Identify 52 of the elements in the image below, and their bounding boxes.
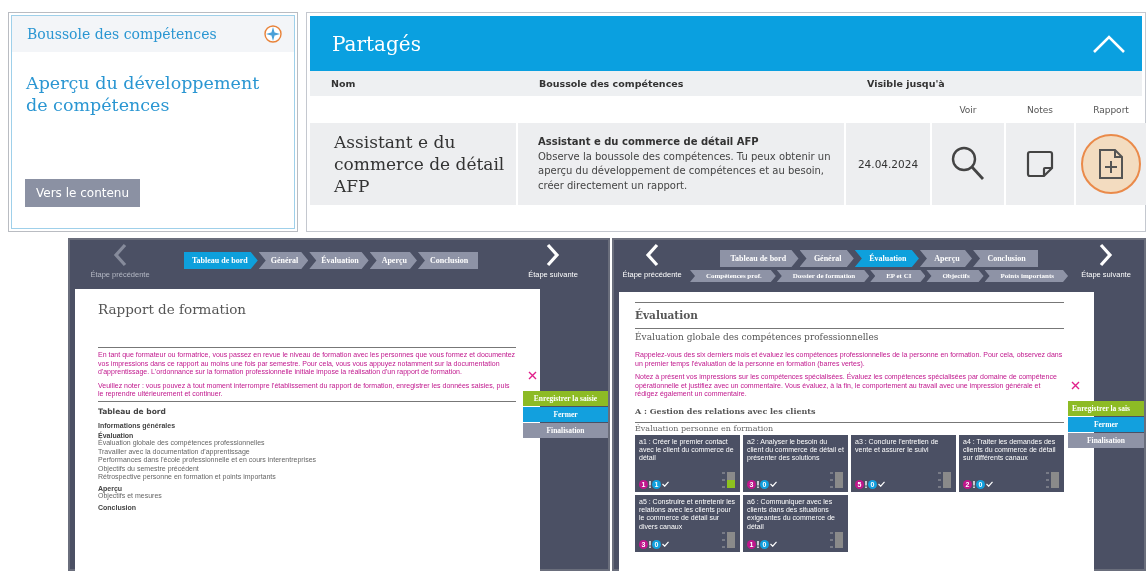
- page-subtitle: Évaluation globale des compétences professionnelles: [635, 330, 880, 344]
- visible-date: 24.04.2024: [846, 123, 930, 205]
- step-tab[interactable]: Tableau de bord: [720, 250, 799, 267]
- scale-ticks-icon: [722, 531, 725, 548]
- compass-description: Assistant e du commerce de détail AFP Observe la boussole des compétences. Tu peux obtenir un aperçu du développement de compétences et au besoin, créer directement un rapport.: [538, 135, 832, 193]
- step-tab[interactable]: Évaluation: [309, 252, 369, 269]
- search-icon[interactable]: [951, 146, 985, 182]
- row-name: Assistant e du commerce de détail AFP: [310, 123, 516, 205]
- column-header: Nom: [330, 78, 357, 89]
- check-icon: [662, 481, 669, 488]
- column-header: Voir: [958, 104, 978, 115]
- scale-ticks-icon: [722, 471, 725, 488]
- step-tab[interactable]: Aperçu: [369, 252, 417, 269]
- chevron-up-icon[interactable]: [1092, 33, 1126, 54]
- card-header: Boussole des compétences: [27, 26, 217, 42]
- content-button[interactable]: Vers le contenu: [25, 179, 141, 207]
- compass-icon: [264, 25, 282, 43]
- chevron-left-icon[interactable]: [645, 243, 659, 267]
- page-title: Rapport de formation: [98, 301, 248, 319]
- report-button[interactable]: [1081, 134, 1141, 194]
- note-icon[interactable]: [1026, 150, 1054, 178]
- check-icon: [878, 481, 885, 488]
- close-icon[interactable]: [1071, 381, 1080, 390]
- card-title: Aperçu du développement de compétences: [25, 72, 261, 117]
- chevron-right-icon[interactable]: [546, 243, 560, 267]
- column-header: Rapport: [1092, 104, 1130, 115]
- chevron-left-icon: [113, 243, 127, 267]
- scale-ticks-icon: [1046, 471, 1049, 488]
- scale-ticks-icon: [830, 471, 833, 488]
- column-header: Notes: [1026, 104, 1054, 115]
- step-tab[interactable]: Tableau de bord: [184, 252, 258, 269]
- page-title: Évaluation: [635, 307, 699, 323]
- step-tab[interactable]: Conclusion: [417, 252, 479, 269]
- step-tab[interactable]: Général: [258, 252, 309, 269]
- column-header: Visible jusqu'à: [866, 78, 946, 89]
- step-tab[interactable]: Général: [799, 250, 854, 267]
- domain-heading: A : Gestion des relations avec les clients: [635, 404, 817, 418]
- close-icon[interactable]: [528, 371, 537, 380]
- step-tab[interactable]: Évaluation: [854, 250, 919, 267]
- subsection-caption: Évaluation personne en formation: [635, 422, 775, 435]
- step-tab[interactable]: Conclusion: [973, 250, 1038, 267]
- document-plus-icon: [1098, 149, 1124, 179]
- scale-ticks-icon: [938, 471, 941, 488]
- check-icon: [662, 541, 669, 548]
- panel-title: Partagés: [332, 31, 421, 56]
- chevron-right-icon[interactable]: [1099, 243, 1113, 267]
- check-icon: [770, 481, 777, 488]
- check-icon: [986, 481, 993, 488]
- check-icon: [770, 541, 777, 548]
- step-tab[interactable]: Aperçu: [919, 250, 972, 267]
- column-header: Boussole des compétences: [538, 78, 685, 89]
- scale-ticks-icon: [830, 531, 833, 548]
